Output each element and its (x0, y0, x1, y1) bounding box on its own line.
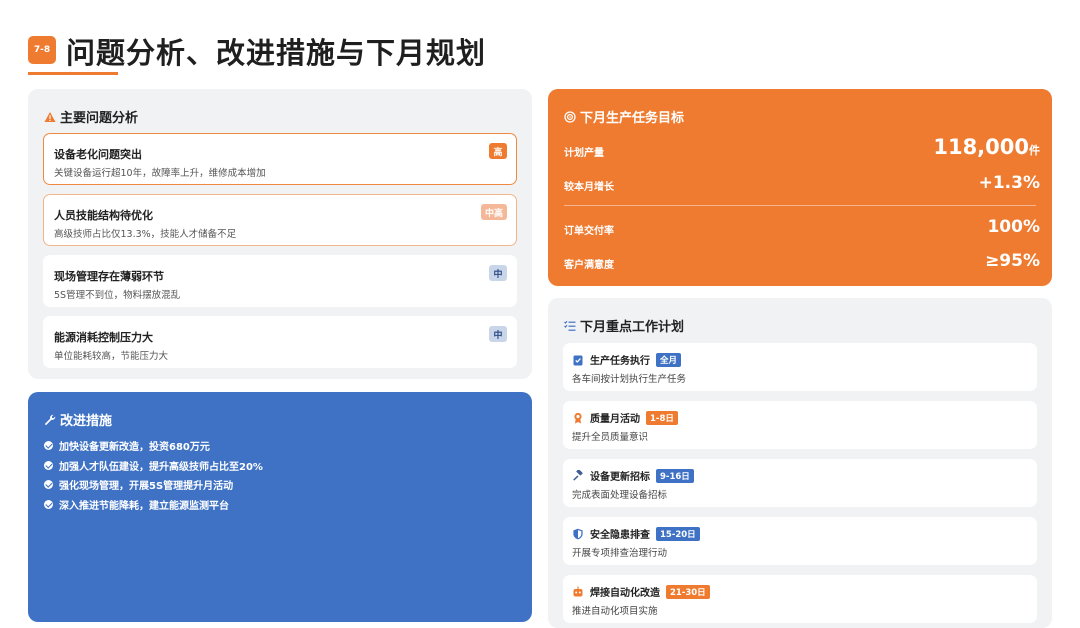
plan-date-tag: 9-16日 (656, 468, 694, 483)
target-row-delivery: 订单交付率 100% (564, 217, 1046, 239)
improvement-measures-card: 改进措施 加快设备更新改造，投资680万元 加强人才队伍建设，提升高级技师占比至… (28, 392, 532, 622)
targets-title: 下月生产任务目标 (580, 111, 685, 126)
satisfaction-value: ≥95% (985, 251, 1040, 271)
targets-heading: 下月生产任务目标 (564, 107, 684, 126)
problem-desc: 单位能耗较高，节能压力大 (54, 351, 169, 362)
plan-desc: 推进自动化项目实施 (572, 606, 658, 617)
plan-item-head: 安全隐患排查 15-20日 (572, 526, 700, 541)
targets-divider (564, 205, 1036, 206)
plan-heading: 下月重点工作计划 (564, 316, 684, 335)
wrench-icon (44, 414, 56, 425)
problem-desc: 高级技师占比仅13.3%，技能人才储备不足 (54, 229, 237, 240)
target-row-satisfaction: 客户满意度 ≥95% (564, 251, 1046, 273)
production-targets-card: 下月生产任务目标 计划产量 118,000件 较本月增长 +1.3% 订单交付率… (548, 89, 1052, 286)
plan-name: 生产任务执行 (590, 356, 650, 367)
measure-item: 加快设备更新改造，投资680万元 (44, 436, 263, 456)
plan-item[interactable]: 质量月活动 1-8日 提升全员质量意识 (563, 401, 1037, 449)
title-underline (28, 72, 118, 75)
measure-item: 深入推进节能降耗，建立能源监测平台 (44, 495, 263, 515)
plan-item-head: 生产任务执行 全月 (572, 352, 682, 367)
plan-date-tag: 1-8日 (646, 410, 678, 425)
plan-date-tag: 15-20日 (656, 526, 700, 541)
plan-item-head: 设备更新招标 9-16日 (572, 468, 694, 483)
plan-name: 设备更新招标 (590, 472, 650, 483)
plan-title: 下月重点工作计划 (580, 320, 685, 335)
measure-item: 加强人才队伍建设，提升高级技师占比至20% (44, 456, 263, 476)
problem-title: 现场管理存在薄弱环节 (54, 270, 164, 283)
growth-value: +1.3% (978, 173, 1040, 193)
problem-title: 人员技能结构待优化 (54, 209, 153, 222)
measure-item: 强化现场管理，开展5S管理提升月活动 (44, 475, 263, 495)
problem-item[interactable]: 能源消耗控制压力大 单位能耗较高，节能压力大 中 (43, 316, 517, 368)
plan-desc: 提升全员质量意识 (572, 432, 649, 443)
problem-title: 能源消耗控制压力大 (54, 331, 153, 344)
target-icon (564, 110, 576, 123)
problem-item[interactable]: 设备老化问题突出 关键设备运行超10年，故障率上升，维修成本增加 高 (43, 133, 517, 185)
plan-name: 安全隐患排查 (590, 530, 650, 541)
page-title: 问题分析、改进措施与下月规划 (66, 36, 487, 70)
problem-desc: 5S管理不到位，物料摆放混乱 (54, 290, 181, 301)
plan-name: 质量月活动 (590, 414, 640, 425)
output-value-group: 118,000件 (933, 135, 1040, 159)
measure-text: 深入推进节能降耗，建立能源监测平台 (59, 500, 229, 512)
check-circle-icon (44, 441, 53, 451)
measure-text: 强化现场管理，开展5S管理提升月活动 (59, 481, 234, 493)
target-row-output: 计划产量 118,000件 (564, 135, 1046, 167)
problem-analysis-card: 主要问题分析 设备老化问题突出 关键设备运行超10年，故障率上升，维修成本增加 … (28, 89, 532, 379)
measures-title: 改进措施 (60, 414, 113, 429)
satisfaction-label: 客户满意度 (564, 260, 614, 271)
check-circle-icon (44, 480, 53, 490)
plan-name: 焊接自动化改造 (590, 588, 660, 599)
growth-label: 较本月增长 (564, 182, 614, 193)
output-label: 计划产量 (564, 148, 604, 159)
problem-desc: 关键设备运行超10年，故障率上升，维修成本增加 (54, 168, 266, 179)
problem-title: 设备老化问题突出 (54, 148, 142, 161)
problem-item[interactable]: 现场管理存在薄弱环节 5S管理不到位，物料摆放混乱 中 (43, 255, 517, 307)
task-list-icon (564, 320, 576, 331)
problem-item[interactable]: 人员技能结构待优化 高级技师占比仅13.3%，技能人才储备不足 中高 (43, 194, 517, 246)
plan-item-head: 焊接自动化改造 21-30日 (572, 584, 710, 599)
plan-item[interactable]: 生产任务执行 全月 各车间按计划执行生产任务 (563, 343, 1037, 391)
plan-desc: 各车间按计划执行生产任务 (572, 374, 687, 385)
plan-desc: 完成表面处理设备招标 (572, 490, 668, 501)
check-circle-icon (44, 499, 53, 509)
plan-item[interactable]: 安全隐患排查 15-20日 开展专项排查治理行动 (563, 517, 1037, 565)
clipboard-check-icon (573, 355, 583, 365)
shield-icon (573, 528, 583, 539)
measure-text: 加快设备更新改造，投资680万元 (59, 442, 210, 454)
check-circle-icon (44, 460, 53, 470)
delivery-label: 订单交付率 (564, 226, 614, 237)
severity-badge: 中 (489, 265, 507, 281)
target-row-growth: 较本月增长 +1.3% (564, 173, 1046, 195)
delivery-value: 100% (987, 217, 1040, 237)
problem-analysis-title: 主要问题分析 (60, 111, 139, 126)
measures-heading: 改进措施 (44, 410, 112, 429)
severity-badge: 中高 (480, 204, 507, 220)
warning-icon (44, 111, 56, 122)
monthly-plan-card: 下月重点工作计划 生产任务执行 全月 各车间按计划执行生产任务 质量月活动 1-… (548, 298, 1052, 628)
robot-icon (573, 586, 583, 596)
measures-list: 加快设备更新改造，投资680万元 加强人才队伍建设，提升高级技师占比至20% 强… (44, 436, 263, 514)
plan-date-tag: 21-30日 (666, 584, 710, 599)
severity-badge: 中 (489, 326, 507, 342)
plan-item[interactable]: 设备更新招标 9-16日 完成表面处理设备招标 (563, 459, 1037, 507)
output-value: 118,000 (933, 135, 1029, 159)
plan-item-head: 质量月活动 1-8日 (572, 410, 678, 425)
plan-desc: 开展专项排查治理行动 (572, 548, 668, 559)
award-icon (574, 412, 582, 423)
plan-item[interactable]: 焊接自动化改造 21-30日 推进自动化项目实施 (563, 575, 1037, 623)
severity-badge: 高 (489, 143, 507, 159)
output-unit: 件 (1029, 144, 1040, 157)
measure-text: 加强人才队伍建设，提升高级技师占比至20% (59, 461, 263, 473)
problem-analysis-heading: 主要问题分析 (44, 107, 138, 126)
section-badge: 7-8 (28, 36, 56, 64)
plan-date-tag: 全月 (656, 352, 682, 367)
gavel-icon (573, 469, 583, 481)
